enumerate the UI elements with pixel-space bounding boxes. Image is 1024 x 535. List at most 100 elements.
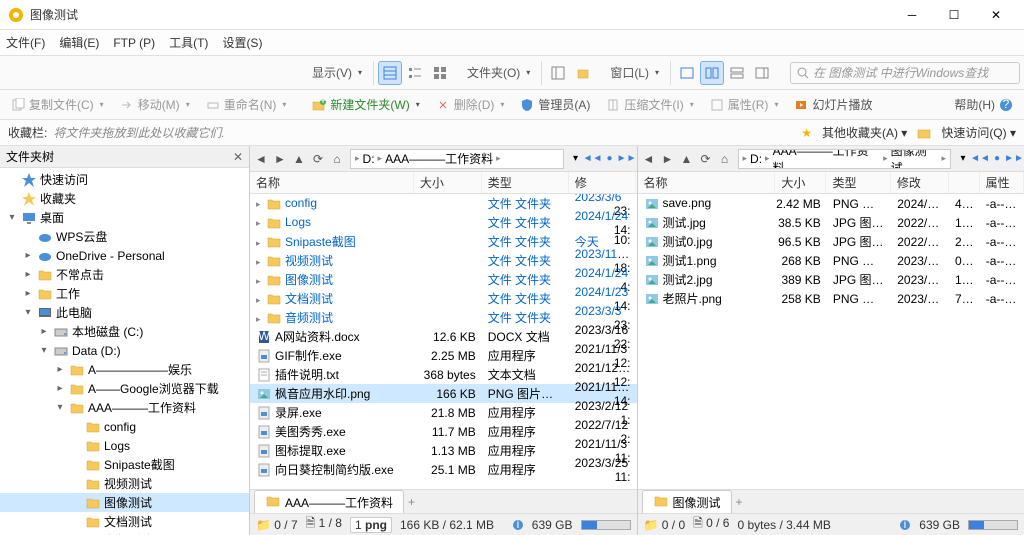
expand-icon[interactable]: ▾ (54, 402, 66, 413)
pane-alt2-icon[interactable] (750, 61, 774, 85)
file-row[interactable]: save.png2.42 MBPNG 图片文件2024/1/244:00-a--… (638, 194, 1024, 213)
col-header[interactable]: 类型 (482, 172, 569, 193)
file-row[interactable]: 测试2.jpg389 KBJPG 图片文件2023/3/918:17-a----… (638, 270, 1024, 289)
file-row[interactable]: 向日葵控制简约版.exe25.1 MB应用程序2023/3/25 11: (250, 460, 637, 479)
pane-alt1-icon[interactable] (725, 61, 749, 85)
forward-icon[interactable]: ► (659, 149, 677, 169)
tree-item[interactable]: ▸A——————娱乐 (0, 360, 249, 379)
file-list[interactable]: save.png2.42 MBPNG 图片文件2024/1/244:00-a--… (638, 194, 1024, 489)
back-icon[interactable]: ◄ (252, 149, 270, 169)
col-header[interactable]: 大小 (414, 172, 482, 193)
tree-item[interactable]: ▸A——Google浏览器下载 (0, 379, 249, 398)
column-header[interactable]: 名称大小类型修改属性 (638, 172, 1024, 194)
copy-button[interactable]: 复制文件(C)▾ (4, 92, 111, 117)
expand-icon[interactable]: ▸ (22, 250, 34, 261)
menu-item[interactable]: 文件(F) (6, 34, 45, 51)
tree-item[interactable]: ▸工作 (0, 284, 249, 303)
rename-button[interactable]: 重命名(N)▾ (199, 92, 294, 117)
col-header[interactable]: 修改 (891, 172, 949, 193)
file-list[interactable]: ▸config文件 文件夹2023/3/6 23:▸Logs文件 文件夹2024… (250, 194, 637, 489)
refresh-icon[interactable]: ⟳ (697, 149, 715, 169)
menu-item[interactable]: FTP (P) (113, 36, 155, 50)
pin2-icon[interactable]: ● (602, 149, 618, 169)
tab[interactable]: AAA———工作资料 (254, 490, 404, 514)
breadcrumb[interactable]: ▸D:▸AAA———工作资料▸ (350, 149, 564, 169)
layout-list-icon[interactable] (403, 61, 427, 85)
file-row[interactable]: 测试.jpg38.5 KBJPG 图片文件2022/11/2213:03-a--… (638, 213, 1024, 232)
col-header[interactable]: 名称 (638, 172, 776, 193)
compress-button[interactable]: 压缩文件(I)▾ (599, 92, 700, 117)
menu-item[interactable]: 工具(T) (169, 34, 208, 51)
forward-icon[interactable]: ► (271, 149, 289, 169)
folder-tree[interactable]: 快速访问收藏夹▾桌面WPS云盘▸OneDrive - Personal▸不常点击… (0, 168, 249, 535)
move-button[interactable]: 移动(M)▾ (113, 92, 197, 117)
tree-item[interactable]: 视频测试 (0, 474, 249, 493)
tree-item[interactable]: Logs (0, 436, 249, 455)
add-tab-icon[interactable]: + (408, 495, 415, 509)
props-button[interactable]: 属性(R)▾ (703, 92, 786, 117)
window-menu[interactable]: 窗口(L)▾ (603, 60, 666, 85)
expand-icon[interactable]: ▸ (38, 326, 50, 337)
delete-button[interactable]: 删除(D)▾ (429, 92, 512, 117)
pin-icon[interactable]: ◄◄ (972, 149, 988, 169)
tree-item[interactable]: 快速访问 (0, 170, 249, 189)
expand-icon[interactable]: ▾ (22, 307, 34, 318)
pin3-icon[interactable]: ►► (1006, 149, 1022, 169)
help-button[interactable]: 帮助(H)? (947, 92, 1020, 117)
expand-icon[interactable]: ▾ (6, 212, 18, 223)
tree-item[interactable]: 图像测试 (0, 493, 249, 512)
tree-item[interactable]: config (0, 417, 249, 436)
menu-item[interactable]: 编辑(E) (59, 34, 99, 51)
add-tab-icon[interactable]: + (736, 495, 743, 509)
layout-thumb-icon[interactable] (428, 61, 452, 85)
col-header[interactable]: 类型 (826, 172, 890, 193)
folder-options-icon[interactable] (571, 61, 595, 85)
dropdown-icon[interactable]: ▾ (955, 149, 971, 169)
tree-item[interactable]: Snipaste截图 (0, 455, 249, 474)
tree-item[interactable]: 文档测试 (0, 512, 249, 531)
tree-item[interactable]: 收藏夹 (0, 189, 249, 208)
expand-icon[interactable]: ▸ (54, 364, 66, 375)
tree-item[interactable]: ▾此电脑 (0, 303, 249, 322)
tree-item[interactable]: ▸不常点击 (0, 265, 249, 284)
dropdown-icon[interactable]: ▾ (568, 149, 584, 169)
up-icon[interactable]: ▲ (678, 149, 696, 169)
expand-icon[interactable]: ▸ (22, 269, 34, 280)
tree-item[interactable]: ▸本地磁盘 (C:) (0, 322, 249, 341)
col-header[interactable]: 属性 (980, 172, 1024, 193)
tree-item[interactable]: WPS云盘 (0, 227, 249, 246)
crumb-seg[interactable]: D: (360, 152, 378, 166)
quick-access[interactable]: 快速访问(Q) ▾ (941, 124, 1016, 141)
pin2-icon[interactable]: ● (989, 149, 1005, 169)
filefolder-menu[interactable]: 文件夹(O)▾ (460, 60, 537, 85)
file-row[interactable]: 老照片.png258 KBPNG 图片文件2023/8/97:53-a-----… (638, 289, 1024, 308)
col-header[interactable]: 修 (569, 172, 637, 193)
layout-details-icon[interactable] (378, 61, 402, 85)
expand-icon[interactable]: ▸ (22, 288, 34, 299)
other-favorites[interactable]: 其他收藏夹(A) ▾ (822, 124, 907, 141)
tree-item[interactable]: ▾桌面 (0, 208, 249, 227)
breadcrumb[interactable]: ▸D:▸AAA———工作资料▸图像测试▸ (738, 149, 952, 169)
col-header[interactable]: 名称 (250, 172, 414, 193)
pin-icon[interactable]: ◄◄ (585, 149, 601, 169)
crumb-seg[interactable]: AAA———工作资料 (770, 149, 884, 169)
menu-item[interactable]: 设置(S) (222, 34, 262, 51)
close-tree-icon[interactable]: ✕ (233, 150, 243, 164)
tree-item[interactable]: ▾AAA———工作资料 (0, 398, 249, 417)
col-header[interactable] (949, 172, 980, 193)
tree-item[interactable]: ▸OneDrive - Personal (0, 246, 249, 265)
refresh-icon[interactable]: ⟳ (309, 149, 327, 169)
expand-icon[interactable]: ▸ (54, 383, 66, 394)
home-icon[interactable]: ⌂ (328, 149, 346, 169)
minimize-button[interactable]: ─ (892, 1, 932, 29)
column-header[interactable]: 名称大小类型修 (250, 172, 637, 194)
file-row[interactable]: ▸Logs文件 文件夹2024/1/24 14: (250, 213, 637, 232)
tree-item[interactable]: 音频测试 (0, 531, 249, 535)
close-button[interactable]: ✕ (976, 1, 1016, 29)
tree-toggle-icon[interactable] (546, 61, 570, 85)
display-menu[interactable]: 显示(V)▾ (305, 60, 369, 85)
file-row[interactable]: 测试0.jpg96.5 KBJPG 图片文件2022/12/922:46-a--… (638, 232, 1024, 251)
maximize-button[interactable]: ☐ (934, 1, 974, 29)
crumb-seg[interactable]: D: (747, 152, 765, 166)
favorites-bar[interactable]: 收藏栏: 将文件夹拖放到此处以收藏它们. ★ 其他收藏夹(A) ▾ 快速访问(Q… (0, 120, 1024, 146)
